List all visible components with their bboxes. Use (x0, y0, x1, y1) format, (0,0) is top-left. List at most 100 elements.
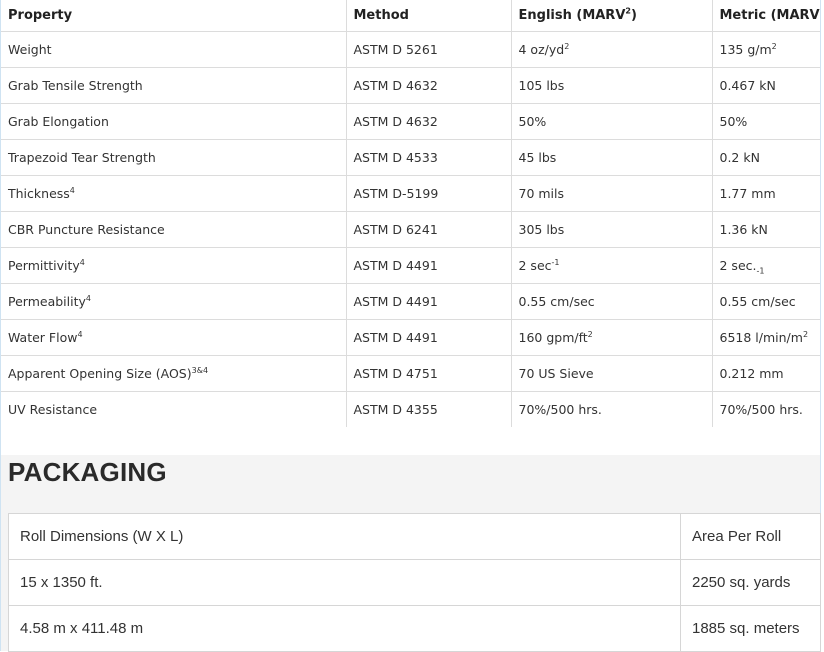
english-cell: 105 lbs (511, 68, 712, 104)
method-cell: ASTM D 4533 (346, 140, 511, 176)
metric-value: 0.467 kN (720, 78, 776, 93)
metric-value: 70%/500 hrs. (720, 402, 803, 417)
english-cell: 70 mils (511, 176, 712, 212)
packaging-section: PACKAGING Roll Dimensions (W X L) Area P… (1, 455, 820, 651)
property-cell: Thickness4 (1, 176, 346, 212)
english-value: 305 lbs (519, 222, 565, 237)
metric-cell: 1.36 kN (712, 212, 820, 248)
metric-value: 6518 l/min/m (720, 330, 803, 345)
english-cell: 2 sec-1 (511, 248, 712, 284)
english-value: 50% (519, 114, 547, 129)
property-label: Grab Tensile Strength (8, 78, 143, 93)
packaging-header-area: Area Per Roll (681, 514, 821, 560)
properties-table-body: WeightASTM D 52614 oz/yd2135 g/m2Grab Te… (1, 32, 820, 428)
property-cell: Permeability4 (1, 284, 346, 320)
table-row: Permittivity4ASTM D 44912 sec-12 sec.-1 (1, 248, 820, 284)
property-footnote: 3&4 (192, 366, 208, 375)
property-label: Thickness (8, 186, 70, 201)
property-label: Permeability (8, 294, 86, 309)
packaging-dimensions-cell: 15 x 1350 ft. (9, 560, 681, 606)
metric-cell: 0.55 cm/sec (712, 284, 820, 320)
method-cell: ASTM D 4751 (346, 356, 511, 392)
english-value: 2 sec (519, 258, 552, 273)
metric-value: 1.77 mm (720, 186, 776, 201)
property-footnote: 4 (80, 258, 85, 267)
metric-value: 135 g/m (720, 42, 772, 57)
header-metric-label: Metric (MARV (720, 8, 820, 23)
header-english-label: English (MARV (519, 8, 626, 23)
property-label: Weight (8, 42, 52, 57)
metric-value: 0.55 cm/sec (720, 294, 796, 309)
table-row: WeightASTM D 52614 oz/yd2135 g/m2 (1, 32, 820, 68)
property-cell: Weight (1, 32, 346, 68)
property-cell: Apparent Opening Size (AOS)3&4 (1, 356, 346, 392)
method-cell: ASTM D 4632 (346, 68, 511, 104)
english-cell: 305 lbs (511, 212, 712, 248)
table-row: Water Flow4ASTM D 4491160 gpm/ft26518 l/… (1, 320, 820, 356)
header-method-label: Method (354, 8, 409, 23)
property-footnote: 4 (70, 186, 75, 195)
property-cell: Grab Tensile Strength (1, 68, 346, 104)
packaging-dimensions-cell: 4.58 m x 411.48 m (9, 606, 681, 652)
english-value: 70%/500 hrs. (519, 402, 602, 417)
property-footnote: 4 (77, 330, 82, 339)
header-property-label: Property (8, 8, 72, 23)
method-cell: ASTM D 4491 (346, 284, 511, 320)
table-row: Permeability4ASTM D 44910.55 cm/sec0.55 … (1, 284, 820, 320)
english-sup: 2 (564, 42, 569, 51)
english-cell: 50% (511, 104, 712, 140)
table-row: Thickness4ASTM D-519970 mils1.77 mm (1, 176, 820, 212)
metric-value: 2 sec. (720, 258, 757, 273)
property-footnote: 4 (86, 294, 91, 303)
table-row: CBR Puncture Resistance ASTM D 6241 305 lb… (1, 212, 820, 248)
properties-table: Property Method English (MARV2) Metric (… (1, 0, 820, 427)
table-row: UV ResistanceASTM D 435570%/500 hrs.70%/… (1, 392, 820, 428)
property-label: Apparent Opening Size (AOS) (8, 366, 192, 381)
english-value: 0.55 cm/sec (519, 294, 595, 309)
method-cell: ASTM D 6241 (346, 212, 511, 248)
property-label: CBR Puncture Resistance (8, 222, 165, 237)
metric-value: 0.2 kN (720, 150, 760, 165)
table-row: Grab ElongationASTM D 4632 50% 50% (1, 104, 820, 140)
english-value: 70 mils (519, 186, 565, 201)
packaging-area-cell: 1885 sq. meters (681, 606, 821, 652)
method-cell: ASTM D 4632 (346, 104, 511, 140)
property-cell: CBR Puncture Resistance (1, 212, 346, 248)
metric-cell: 2 sec.-1 (712, 248, 820, 284)
metric-cell: 0.212 mm (712, 356, 820, 392)
english-value: 45 lbs (519, 150, 557, 165)
metric-value: 0.212 mm (720, 366, 784, 381)
english-value: 105 lbs (519, 78, 565, 93)
packaging-header-row: Roll Dimensions (W X L) Area Per Roll (9, 514, 821, 560)
metric-value: 1.36 kN (720, 222, 768, 237)
packaging-area-cell: 2250 sq. yards (681, 560, 821, 606)
metric-cell: 70%/500 hrs. (712, 392, 820, 428)
header-property: Property (1, 0, 346, 32)
english-cell: 70%/500 hrs. (511, 392, 712, 428)
property-cell: Grab Elongation (1, 104, 346, 140)
metric-cell: 6518 l/min/m2 (712, 320, 820, 356)
header-english-close: ) (631, 8, 637, 23)
metric-sup: 2 (772, 42, 777, 51)
header-method: Method (346, 0, 511, 32)
header-english: English (MARV2) (511, 0, 712, 32)
method-cell: ASTM D-5199 (346, 176, 511, 212)
property-label: UV Resistance (8, 402, 97, 417)
metric-cell: 50% (712, 104, 820, 140)
packaging-title: PACKAGING (8, 457, 167, 488)
property-cell: Trapezoid Tear Strength (1, 140, 346, 176)
english-cell: 70 US Sieve (511, 356, 712, 392)
english-cell: 45 lbs (511, 140, 712, 176)
property-cell: UV Resistance (1, 392, 346, 428)
property-cell: Permittivity4 (1, 248, 346, 284)
properties-header-row: Property Method English (MARV2) Metric (… (1, 0, 820, 32)
method-cell: ASTM D 5261 (346, 32, 511, 68)
english-sup: -1 (552, 258, 560, 267)
table-row: Grab Tensile Strength ASTM D 4632 105 lbs 0… (1, 68, 820, 104)
metric-cell: 1.77 mm (712, 176, 820, 212)
metric-sup: 2 (803, 330, 808, 339)
english-sup: 2 (588, 330, 593, 339)
table-row: Trapezoid Tear StrengthASTM D 4533 45 lbs… (1, 140, 820, 176)
metric-cell: 0.467 kN (712, 68, 820, 104)
header-metric: Metric (MARV2) (712, 0, 820, 32)
